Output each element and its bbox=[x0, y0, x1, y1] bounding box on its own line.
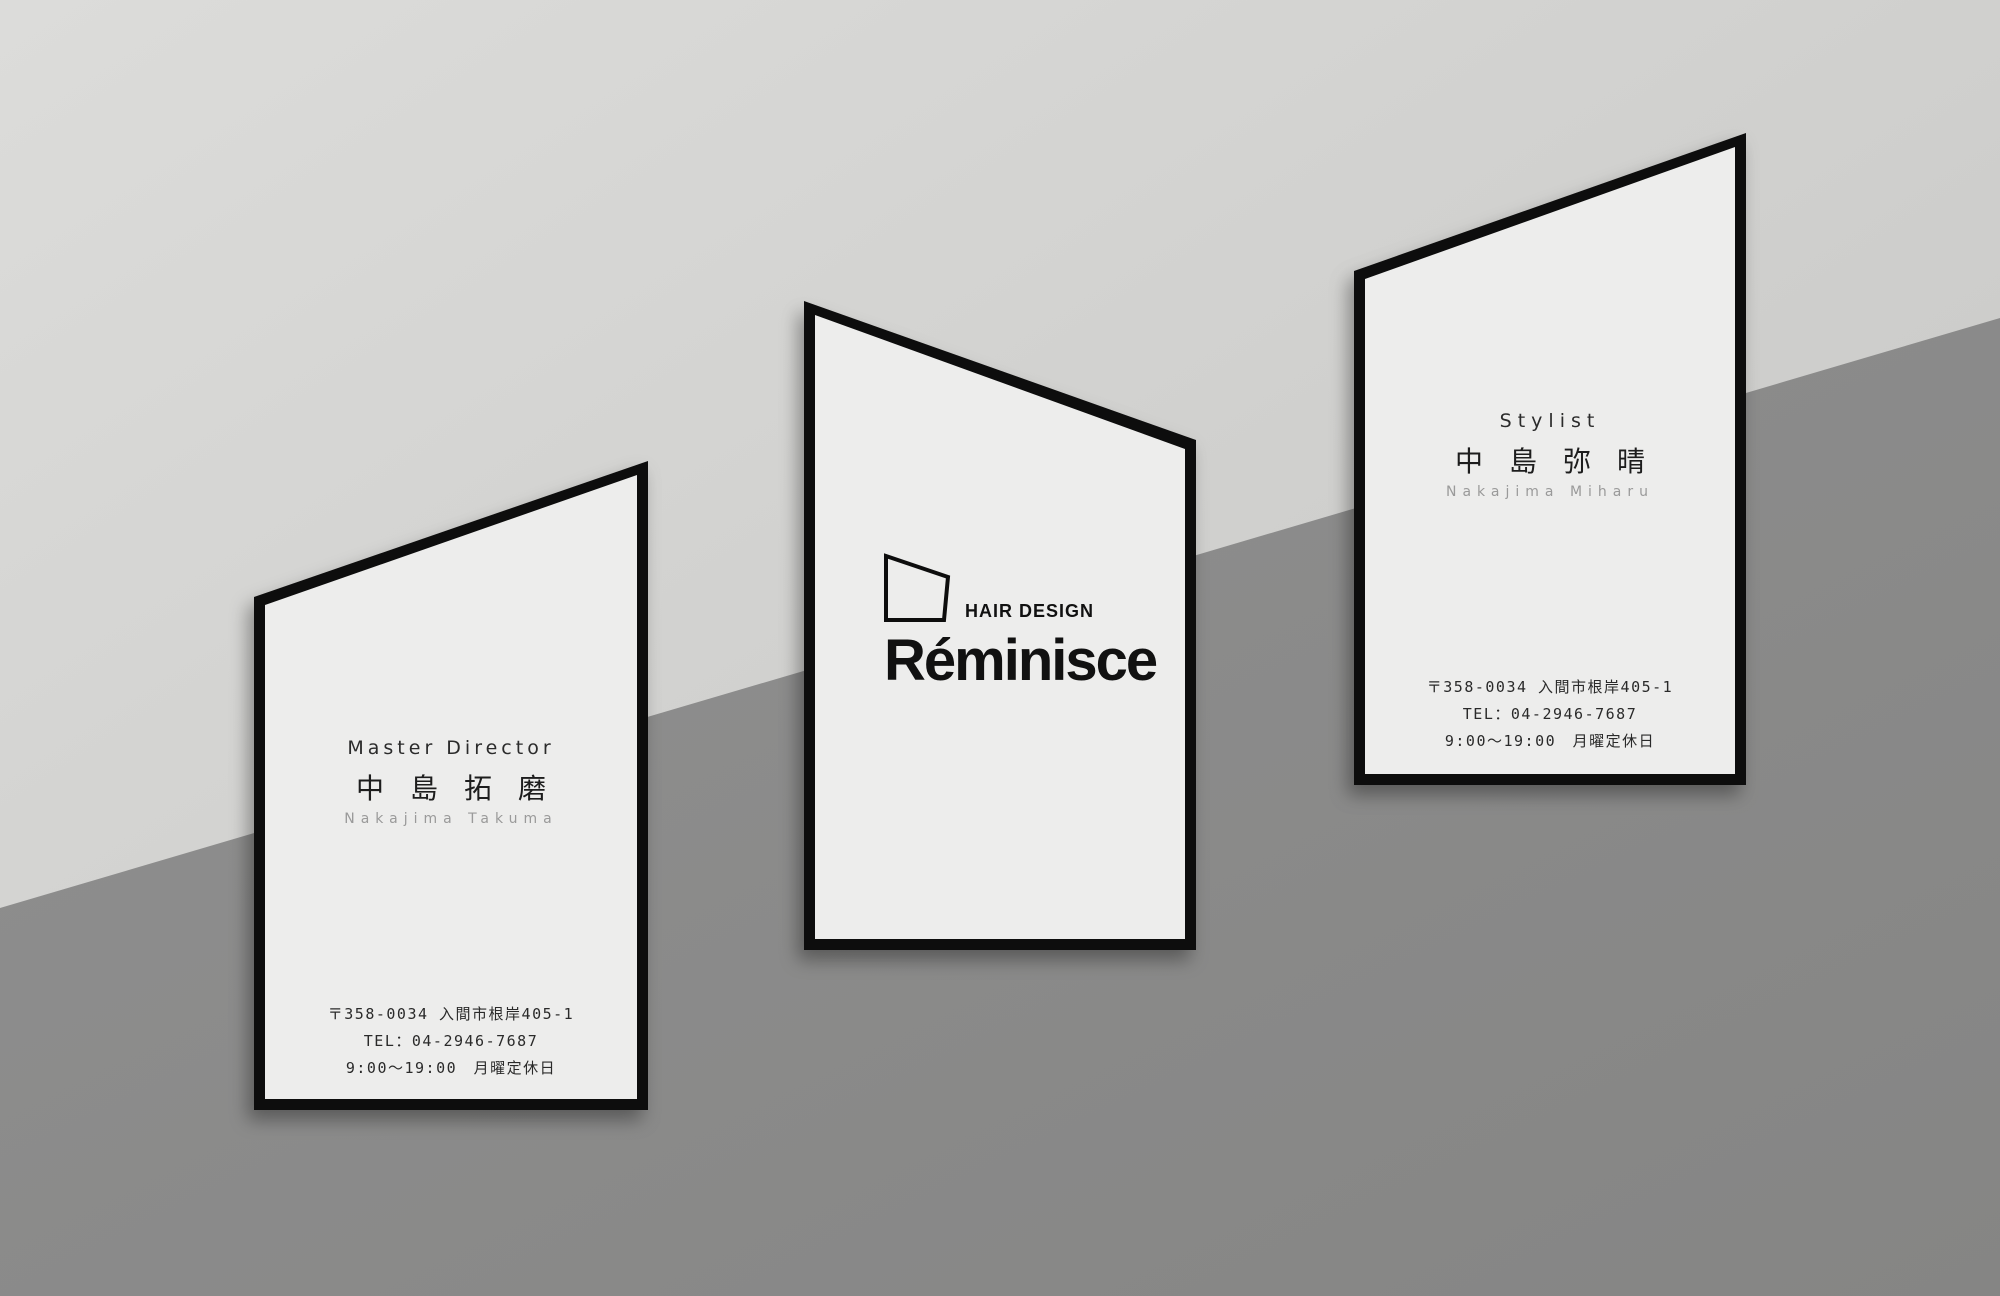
right-name-romaji: Nakajima Miharu bbox=[1446, 484, 1654, 500]
right-role-title: Stylist bbox=[1499, 410, 1601, 432]
right-name-kanji: 中島弥晴 bbox=[1454, 445, 1671, 478]
card-left-name-block: Master Director 中島拓磨 Nakajima Takuma bbox=[265, 737, 637, 827]
card-left-contact-block: 〒358-0034 入間市根岸405-1 TEL：04-2946-7687 9:… bbox=[265, 1001, 637, 1082]
left-hours: 9:00〜19:00 月曜定休日 bbox=[345, 1059, 557, 1077]
left-name-romaji: Nakajima Takuma bbox=[344, 811, 558, 827]
right-tel: TEL：04-2946-7687 bbox=[1462, 705, 1638, 723]
left-address: 〒358-0034 入間市根岸405-1 bbox=[327, 1005, 575, 1023]
left-name-kanji: 中島拓磨 bbox=[355, 772, 572, 805]
right-hours: 9:00〜19:00 月曜定休日 bbox=[1444, 732, 1656, 750]
right-address: 〒358-0034 入間市根岸405-1 bbox=[1426, 678, 1674, 696]
left-role-title: Master Director bbox=[347, 737, 555, 759]
brand-tagline: HAIR DESIGN bbox=[965, 601, 1095, 621]
brand-name: Réminisce bbox=[884, 628, 1158, 693]
business-card-mockup-scene: Master Director 中島拓磨 Nakajima Takuma 〒35… bbox=[0, 0, 2000, 1296]
card-right-name-block: Stylist 中島弥晴 Nakajima Miharu bbox=[1365, 410, 1735, 500]
card-right-contact-block: 〒358-0034 入間市根岸405-1 TEL：04-2946-7687 9:… bbox=[1365, 674, 1735, 755]
left-tel: TEL：04-2946-7687 bbox=[363, 1032, 539, 1050]
